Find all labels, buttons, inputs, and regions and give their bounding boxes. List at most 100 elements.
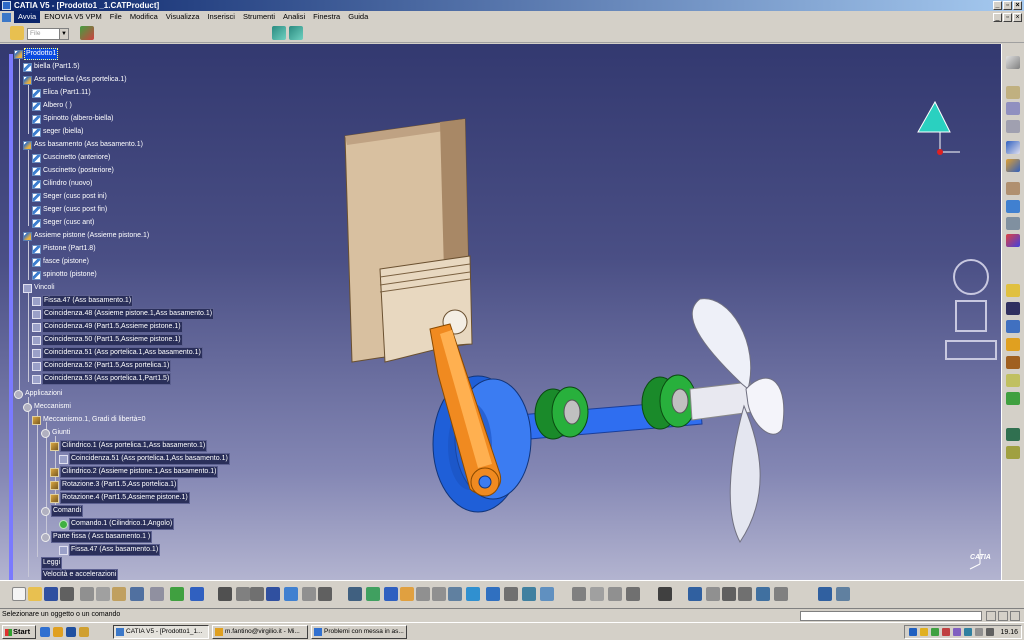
coincidence-constraint-tool-icon[interactable] xyxy=(1006,356,1020,369)
offset-constraint-icon[interactable] xyxy=(1006,392,1020,405)
save-icon[interactable] xyxy=(44,587,58,601)
tree-item[interactable]: Elica (Part1.11) xyxy=(32,87,92,99)
tray-alert-icon[interactable] xyxy=(942,628,950,636)
tree-item[interactable]: Coincidenza.50 (Part1.5,Assieme pistone.… xyxy=(32,334,183,346)
pan-icon[interactable] xyxy=(384,587,398,601)
menu-avvia[interactable]: Avvia xyxy=(14,11,41,23)
swap-icon[interactable] xyxy=(818,587,832,601)
quicklaunch-ie-icon[interactable] xyxy=(40,627,50,637)
print-icon[interactable] xyxy=(60,587,74,601)
tree-item[interactable]: Meccanismi xyxy=(23,401,72,413)
tree-item[interactable]: Coincidenza.51 (Ass portelica.1,Ass basa… xyxy=(59,453,230,465)
tree-item[interactable]: Seger (cusc ant) xyxy=(32,217,95,229)
knowledge-icon[interactable] xyxy=(236,587,250,601)
tree-item[interactable]: Coincidenza.48 (Assieme pistone.1,Ass ba… xyxy=(32,308,215,320)
tree-item[interactable]: Fissa.47 (Ass basamento.1) xyxy=(59,544,161,556)
tree-item[interactable]: Meccanismo.1, Gradi di libertà=0 xyxy=(32,414,147,426)
generate-numbering-icon[interactable] xyxy=(1006,200,1020,213)
selective-load-icon[interactable] xyxy=(1006,217,1020,230)
tree-item[interactable]: Ass basamento (Ass basamento.1) xyxy=(23,139,144,151)
previous-button[interactable] xyxy=(998,611,1008,621)
tree-item[interactable]: Comandi xyxy=(41,505,84,517)
rotate-view-icon[interactable] xyxy=(953,259,989,295)
replace-component-icon[interactable] xyxy=(1006,159,1020,172)
tree-scroll-handle[interactable] xyxy=(9,54,13,580)
trace-icon[interactable] xyxy=(774,587,788,601)
update-icon[interactable] xyxy=(272,26,286,40)
tree-item[interactable]: Cilindro (nuovo) xyxy=(32,178,93,190)
tree-item[interactable]: Seger (cusc post ini) xyxy=(32,191,108,203)
contact-constraint-icon[interactable] xyxy=(1006,374,1020,387)
zoom-view-icon[interactable] xyxy=(945,340,997,360)
snap-icon[interactable] xyxy=(1006,302,1020,315)
dress-up-icon[interactable] xyxy=(722,587,736,601)
shading-icon[interactable] xyxy=(504,587,518,601)
assembly-workbench-icon[interactable] xyxy=(1006,56,1020,69)
volume-icon[interactable] xyxy=(975,628,983,636)
existing-component-icon[interactable] xyxy=(1006,141,1020,154)
doc-restore-button[interactable]: ▫ xyxy=(1003,13,1012,22)
tree-item[interactable]: Vincoli xyxy=(23,282,56,294)
tray-sync-icon[interactable] xyxy=(964,628,972,636)
copy-icon[interactable] xyxy=(96,587,110,601)
close-button[interactable]: × xyxy=(1013,1,1022,10)
new-part-icon[interactable] xyxy=(1006,120,1020,133)
tree-item[interactable]: Comando.1 (Cilindrico.1,Angolo) xyxy=(59,518,175,530)
tree-item[interactable]: Cilindrico.1 (Ass portelica.1,Ass basame… xyxy=(50,440,208,452)
tree-item[interactable]: Coincidenza.49 (Part1.5,Assieme pistone.… xyxy=(32,321,183,333)
menu-file[interactable]: File xyxy=(106,11,126,23)
taskbar-mail[interactable]: m.fantino@virgilio.it - Mi... xyxy=(212,625,308,639)
chevron-down-icon[interactable]: ▼ xyxy=(59,29,68,39)
filter-combobox[interactable]: File ▼ xyxy=(27,28,69,40)
menu-inserisci[interactable]: Inserisci xyxy=(203,11,239,23)
manage-representations-icon[interactable] xyxy=(1006,234,1020,247)
tree-item[interactable]: Coincidenza.51 (Ass portelica.1,Ass basa… xyxy=(32,347,203,359)
zoom-in-icon[interactable] xyxy=(416,587,430,601)
grid-icon[interactable] xyxy=(836,587,850,601)
cut-icon[interactable] xyxy=(80,587,94,601)
taskbar-browser[interactable]: Problemi con messa in as... xyxy=(311,625,407,639)
menu-guida[interactable]: Guida xyxy=(344,11,372,23)
tree-item[interactable]: Cuscinetto (anteriore) xyxy=(32,152,111,164)
graph-tree-reorder-icon[interactable] xyxy=(1006,182,1020,195)
quicklaunch-outlook-icon[interactable] xyxy=(53,627,63,637)
fixed-part-tool-icon[interactable] xyxy=(608,587,622,601)
tree-item[interactable]: Fissa.47 (Ass basamento.1) xyxy=(32,295,134,307)
tree-item[interactable]: Rotazione.3 (Part1.5,Ass portelica.1) xyxy=(50,479,179,491)
formula-icon[interactable] xyxy=(218,587,232,601)
compass-icon[interactable] xyxy=(688,587,702,601)
tree-item[interactable]: Parte fissa ( Ass basamento.1 ) xyxy=(41,531,153,543)
angle-constraint-icon[interactable] xyxy=(1006,428,1020,441)
help-icon[interactable] xyxy=(190,587,204,601)
simulation-icon[interactable] xyxy=(572,587,586,601)
tree-item[interactable]: Cilindrico.2 (Assieme pistone.1,Ass basa… xyxy=(50,466,219,478)
tree-item[interactable]: Ass portelica (Ass portelica.1) xyxy=(23,74,128,86)
hide-show-icon[interactable] xyxy=(522,587,536,601)
new-component-icon[interactable] xyxy=(1006,86,1020,99)
tree-item[interactable]: Assieme pistone (Assieme pistone.1) xyxy=(23,230,150,242)
clash-icon[interactable] xyxy=(318,587,332,601)
paste-icon[interactable] xyxy=(112,587,126,601)
tree-item[interactable]: fasce (pistone) xyxy=(32,256,90,268)
camera-icon[interactable] xyxy=(658,587,672,601)
menu-analisi[interactable]: Analisi xyxy=(279,11,309,23)
tree-item[interactable]: seger (biella) xyxy=(32,126,84,138)
speed-acceleration-icon[interactable] xyxy=(738,587,752,601)
pan-view-icon[interactable] xyxy=(955,300,987,332)
normal-view-icon[interactable] xyxy=(448,587,462,601)
tree-root[interactable]: Prodotto1 xyxy=(14,48,59,60)
tree-item[interactable]: spinotto (pistone) xyxy=(32,269,98,281)
maximize-button[interactable]: ▫ xyxy=(1003,1,1012,10)
undo-icon[interactable] xyxy=(130,587,144,601)
menu-visualizza[interactable]: Visualizza xyxy=(162,11,204,23)
tree-item[interactable]: Pistone (Part1.8) xyxy=(32,243,97,255)
measure-icon[interactable] xyxy=(284,587,298,601)
select-filter-icon[interactable] xyxy=(80,26,94,40)
menu-strumenti[interactable]: Strumenti xyxy=(239,11,279,23)
antivirus-icon[interactable] xyxy=(931,628,939,636)
stop-clash-icon[interactable] xyxy=(1006,338,1020,351)
tray-printer-icon[interactable] xyxy=(986,628,994,636)
quicklaunch-desktop-icon[interactable] xyxy=(66,627,76,637)
assembly-constraints-conversion-icon[interactable] xyxy=(626,587,640,601)
tree-item[interactable]: Coincidenza.53 (Ass portelica.1,Part1.5) xyxy=(32,373,172,385)
